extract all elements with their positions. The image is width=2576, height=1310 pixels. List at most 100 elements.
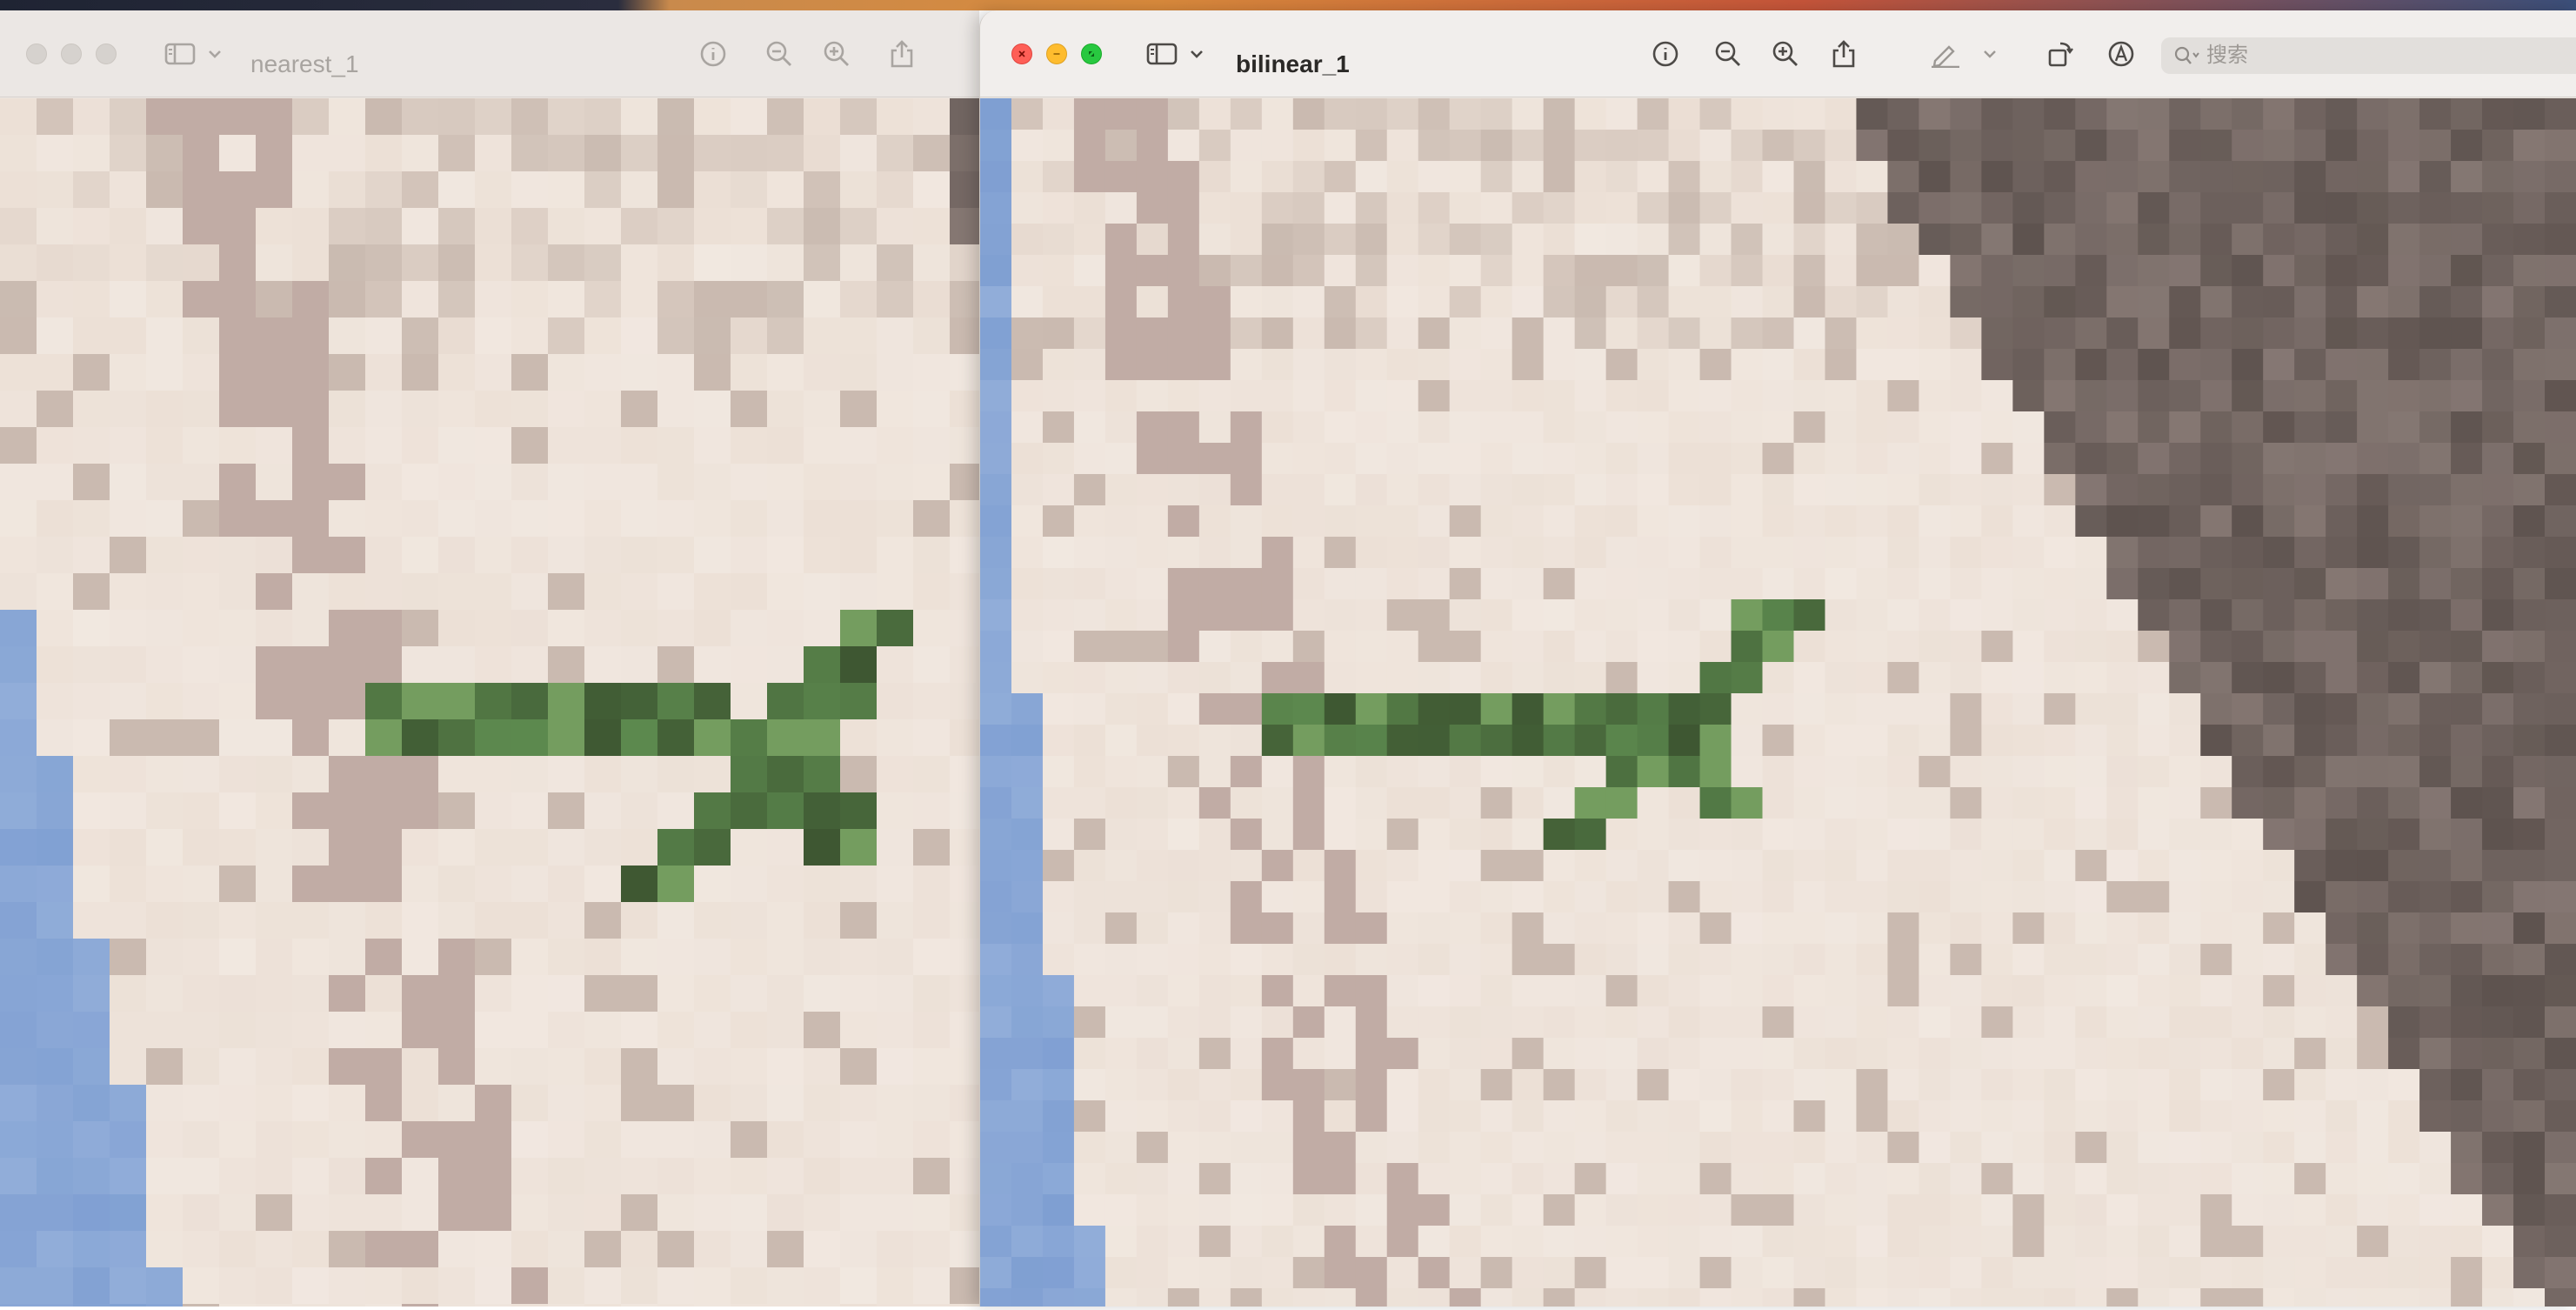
image-pixel [621,610,658,647]
share-icon[interactable] [1829,40,1859,68]
zoom-out-icon[interactable] [764,40,795,68]
image-pixel [256,208,293,245]
search-input[interactable] [2206,43,2537,68]
info-icon[interactable] [697,40,729,68]
image-pixel [2044,1069,2076,1101]
zoom-button[interactable] [1081,43,1102,64]
image-pixel [1637,975,1670,1007]
image-pixel [183,354,220,391]
image-pixel [256,1085,293,1122]
image-pixel [1543,568,1576,600]
image-pixel [2294,1163,2326,1195]
sidebar-icon[interactable] [164,40,197,68]
image-pixel [1418,317,1451,350]
image-pixel [2200,881,2232,913]
image-pixel [1543,1288,1576,1307]
image-pixel [1981,1006,2013,1039]
chevron-down-icon[interactable] [1187,40,1206,68]
image-pixel [1292,380,1325,412]
preview-window-bilinear[interactable]: bilinear_1 [979,10,2576,1307]
image-pixel [804,719,841,757]
window-title: bilinear_1 [1236,50,1350,77]
image-pixel [950,866,979,903]
sidebar-icon[interactable] [1145,40,1178,68]
image-pixel [877,1194,914,1232]
title-bar[interactable]: bilinear_1 [980,10,2576,97]
image-pixel [0,1012,37,1049]
markup-pen-icon[interactable] [1928,40,1963,68]
image-pixel [1605,505,1638,538]
image-pixel [1167,255,1200,287]
image-pixel [1136,192,1169,224]
image-pixel [329,902,366,939]
image-pixel [2200,568,2232,600]
search-field[interactable] [2161,37,2576,74]
image-pixel [1136,912,1169,945]
image-pixel [1480,255,1513,287]
zoom-in-icon[interactable] [821,40,852,68]
rotate-icon[interactable] [2043,40,2078,68]
image-canvas-bilinear[interactable] [980,98,2576,1307]
image-pixel [183,1121,220,1159]
image-pixel [2357,881,2389,913]
image-pixel [621,537,658,574]
image-pixel [1449,1006,1482,1039]
image-pixel [1480,599,1513,632]
image-pixel [438,939,476,976]
image-pixel [657,391,695,428]
minimize-button[interactable] [61,43,82,64]
image-pixel [2326,411,2358,444]
image-pixel [657,537,695,574]
minimize-button[interactable] [1046,43,1067,64]
image-pixel [2513,161,2546,193]
annotate-icon[interactable] [2106,40,2137,68]
image-pixel [329,1304,366,1307]
image-pixel [2326,662,2358,694]
close-button[interactable] [1011,43,1032,64]
image-pixel [146,939,184,976]
image-pixel [731,683,768,720]
image-pixel [980,161,1012,193]
image-pixel [2232,725,2264,757]
image-pixel [1418,1132,1451,1164]
image-pixel [0,171,37,209]
image-pixel [2138,1194,2170,1226]
image-pixel [2294,255,2326,287]
image-pixel [1104,161,1138,193]
zoom-button[interactable] [96,43,117,64]
image-pixel [2106,130,2139,162]
image-pixel [1574,130,1607,162]
image-pixel [2200,192,2232,224]
image-pixel [2263,380,2295,412]
zoom-in-icon[interactable] [1770,40,1801,68]
zoom-out-icon[interactable] [1712,40,1744,68]
image-pixel [1856,693,1889,725]
image-pixel [1637,1194,1670,1226]
image-pixel [767,135,804,172]
image-pixel [877,939,914,976]
image-pixel [1136,286,1169,318]
image-pixel [2106,912,2139,945]
close-button[interactable] [26,43,47,64]
image-pixel [292,1048,330,1086]
image-pixel [1762,224,1795,256]
image-pixel [2012,161,2045,193]
image-pixel [1637,881,1670,913]
image-pixel [1418,349,1451,381]
image-pixel [2106,599,2139,632]
image-pixel [2106,474,2139,506]
chevron-down-icon[interactable] [1980,40,1999,68]
image-pixel [1856,944,1889,976]
image-pixel [1856,443,1889,475]
image-pixel [110,1267,147,1305]
image-pixel [1011,662,1044,694]
preview-window-nearest[interactable]: nearest_1 [0,10,979,1307]
share-icon[interactable] [887,40,917,68]
title-bar[interactable]: nearest_1 [0,10,979,97]
image-canvas-nearest[interactable] [0,98,979,1307]
image-pixel [2482,1163,2514,1195]
info-icon[interactable] [1650,40,1681,68]
chevron-down-icon[interactable] [205,40,224,68]
image-pixel [1856,725,1889,757]
image-pixel [183,792,220,830]
